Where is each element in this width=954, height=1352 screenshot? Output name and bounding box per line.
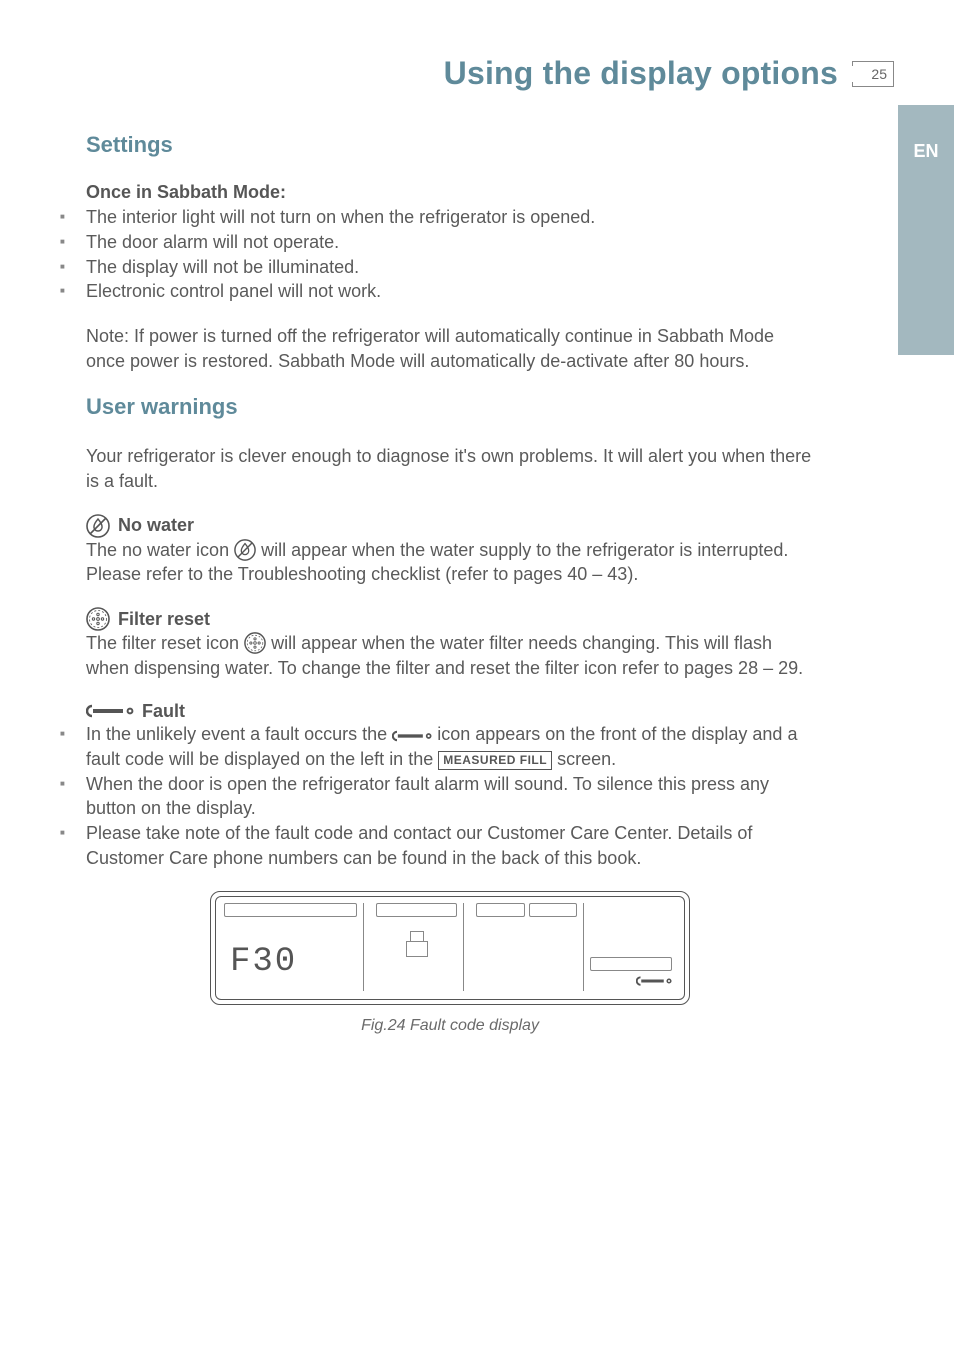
fault-icon	[392, 729, 432, 743]
filter-reset-icon	[244, 632, 266, 654]
no-water-title: No water	[118, 515, 194, 536]
figure-caption: Fig.24 Fault code display	[86, 1017, 814, 1035]
filter-reset-body: The filter reset icon will appear when t…	[86, 631, 814, 681]
fault-display-figure: F30	[210, 891, 690, 1005]
settings-heading: Settings	[86, 132, 814, 158]
sabbath-note: Note: If power is turned off the refrige…	[86, 324, 814, 374]
no-water-heading: No water	[86, 514, 814, 538]
list-item: Electronic control panel will not work.	[86, 279, 814, 304]
fault-heading: Fault	[86, 701, 814, 722]
list-item: The door alarm will not operate.	[86, 230, 814, 255]
warnings-heading: User warnings	[86, 394, 814, 420]
no-water-icon	[86, 514, 110, 538]
sabbath-bullets: The interior light will not turn on when…	[86, 205, 814, 304]
fault-icon	[636, 975, 672, 987]
language-tab: EN	[898, 105, 954, 355]
list-item: Please take note of the fault code and c…	[86, 821, 814, 871]
list-item: When the door is open the refrigerator f…	[86, 772, 814, 822]
measured-fill-label: MEASURED FILL	[438, 751, 552, 770]
no-water-body: The no water icon will appear when the w…	[86, 538, 814, 588]
warnings-intro: Your refrigerator is clever enough to di…	[86, 444, 814, 494]
header: Using the display options 25	[60, 55, 894, 92]
content: Settings Once in Sabbath Mode: The inter…	[60, 132, 894, 1035]
text-fragment: The filter reset icon	[86, 633, 244, 653]
page-title: Using the display options	[444, 55, 838, 92]
text-fragment: The no water icon	[86, 540, 234, 560]
list-item: The interior light will not turn on when…	[86, 205, 814, 230]
sabbath-subhead: Once in Sabbath Mode:	[86, 182, 814, 203]
list-item: In the unlikely event a fault occurs the…	[86, 722, 814, 772]
list-item: The display will not be illuminated.	[86, 255, 814, 280]
language-label: EN	[913, 141, 938, 162]
fault-title: Fault	[142, 701, 185, 722]
fault-bullets: In the unlikely event a fault occurs the…	[86, 722, 814, 871]
page: Using the display options 25 EN Settings…	[0, 0, 954, 1352]
filter-reset-heading: Filter reset	[86, 607, 814, 631]
page-number-box: 25	[852, 61, 894, 87]
fault-code-value: F30	[224, 943, 357, 981]
text-fragment: screen.	[557, 749, 616, 769]
filter-reset-icon	[86, 607, 110, 631]
fault-icon	[86, 703, 134, 719]
no-water-icon	[234, 539, 256, 561]
text-fragment: In the unlikely event a fault occurs the	[86, 724, 392, 744]
filter-reset-title: Filter reset	[118, 609, 210, 630]
page-number: 25	[871, 66, 887, 82]
